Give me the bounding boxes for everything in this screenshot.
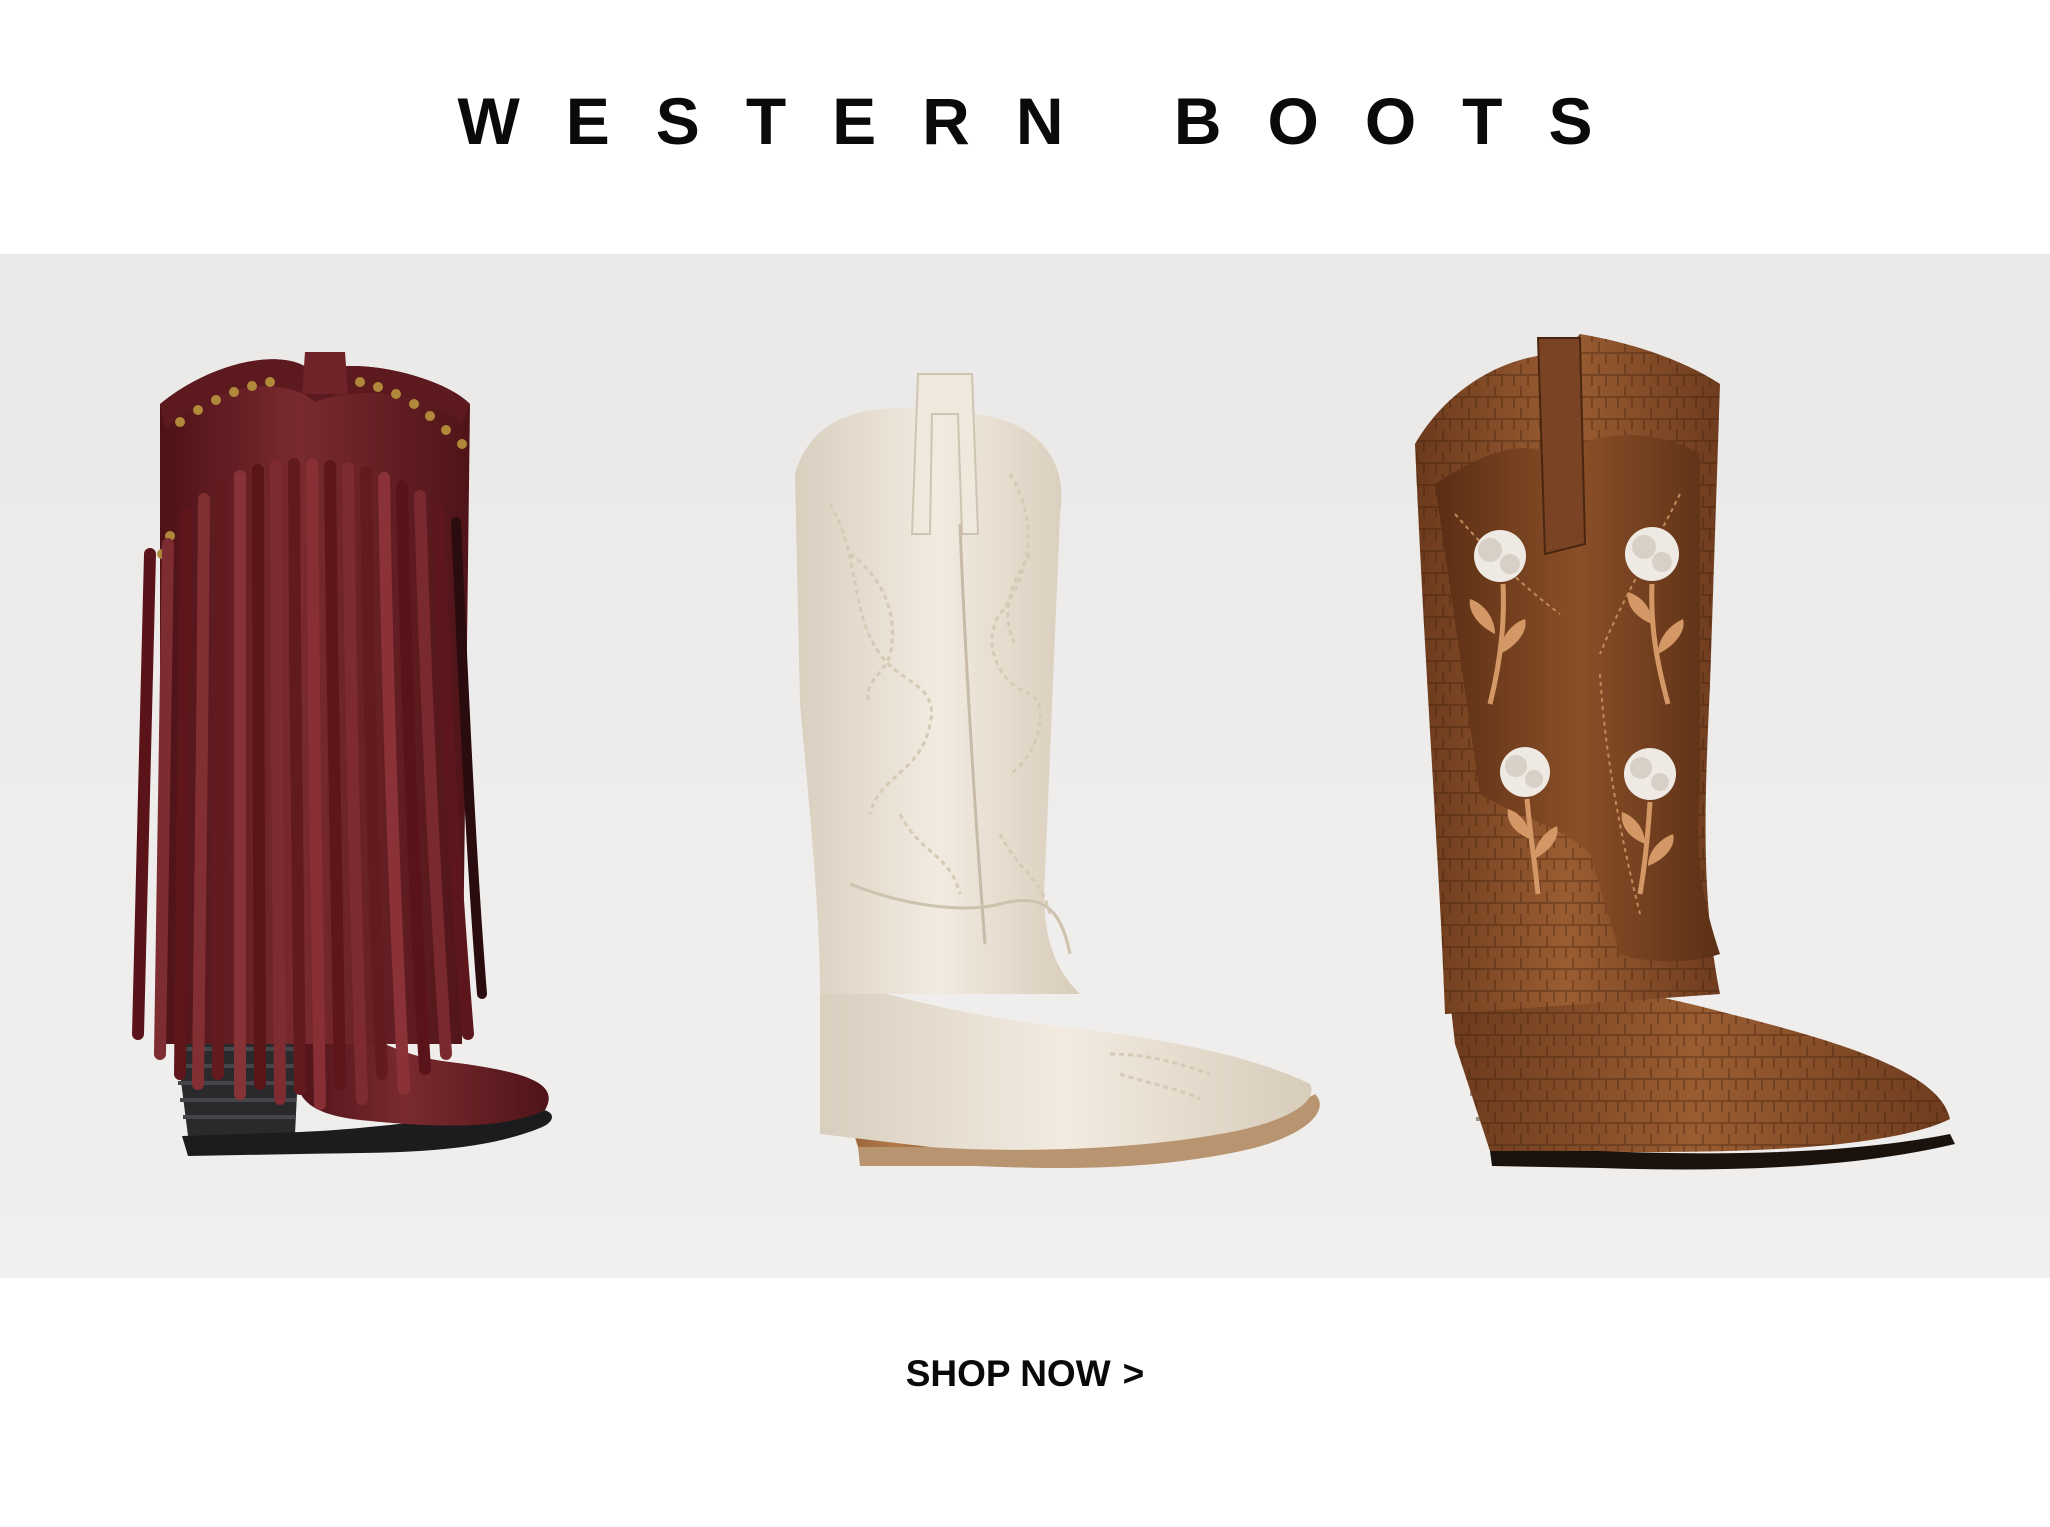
embroidered-boot-icon <box>795 373 1320 1169</box>
floral-croc-boot-icon <box>1415 334 1955 1170</box>
product-banner[interactable] <box>0 254 2050 1278</box>
shop-now-link[interactable]: SHOP NOW > <box>0 1355 2050 1392</box>
fringe-boot-icon <box>132 352 552 1156</box>
chevron-right-icon: > <box>1122 1353 1145 1394</box>
shop-now-label: SHOP NOW <box>905 1353 1111 1394</box>
page-title: WESTERN BOOTS <box>457 84 1639 158</box>
boots-illustration <box>132 334 1955 1170</box>
